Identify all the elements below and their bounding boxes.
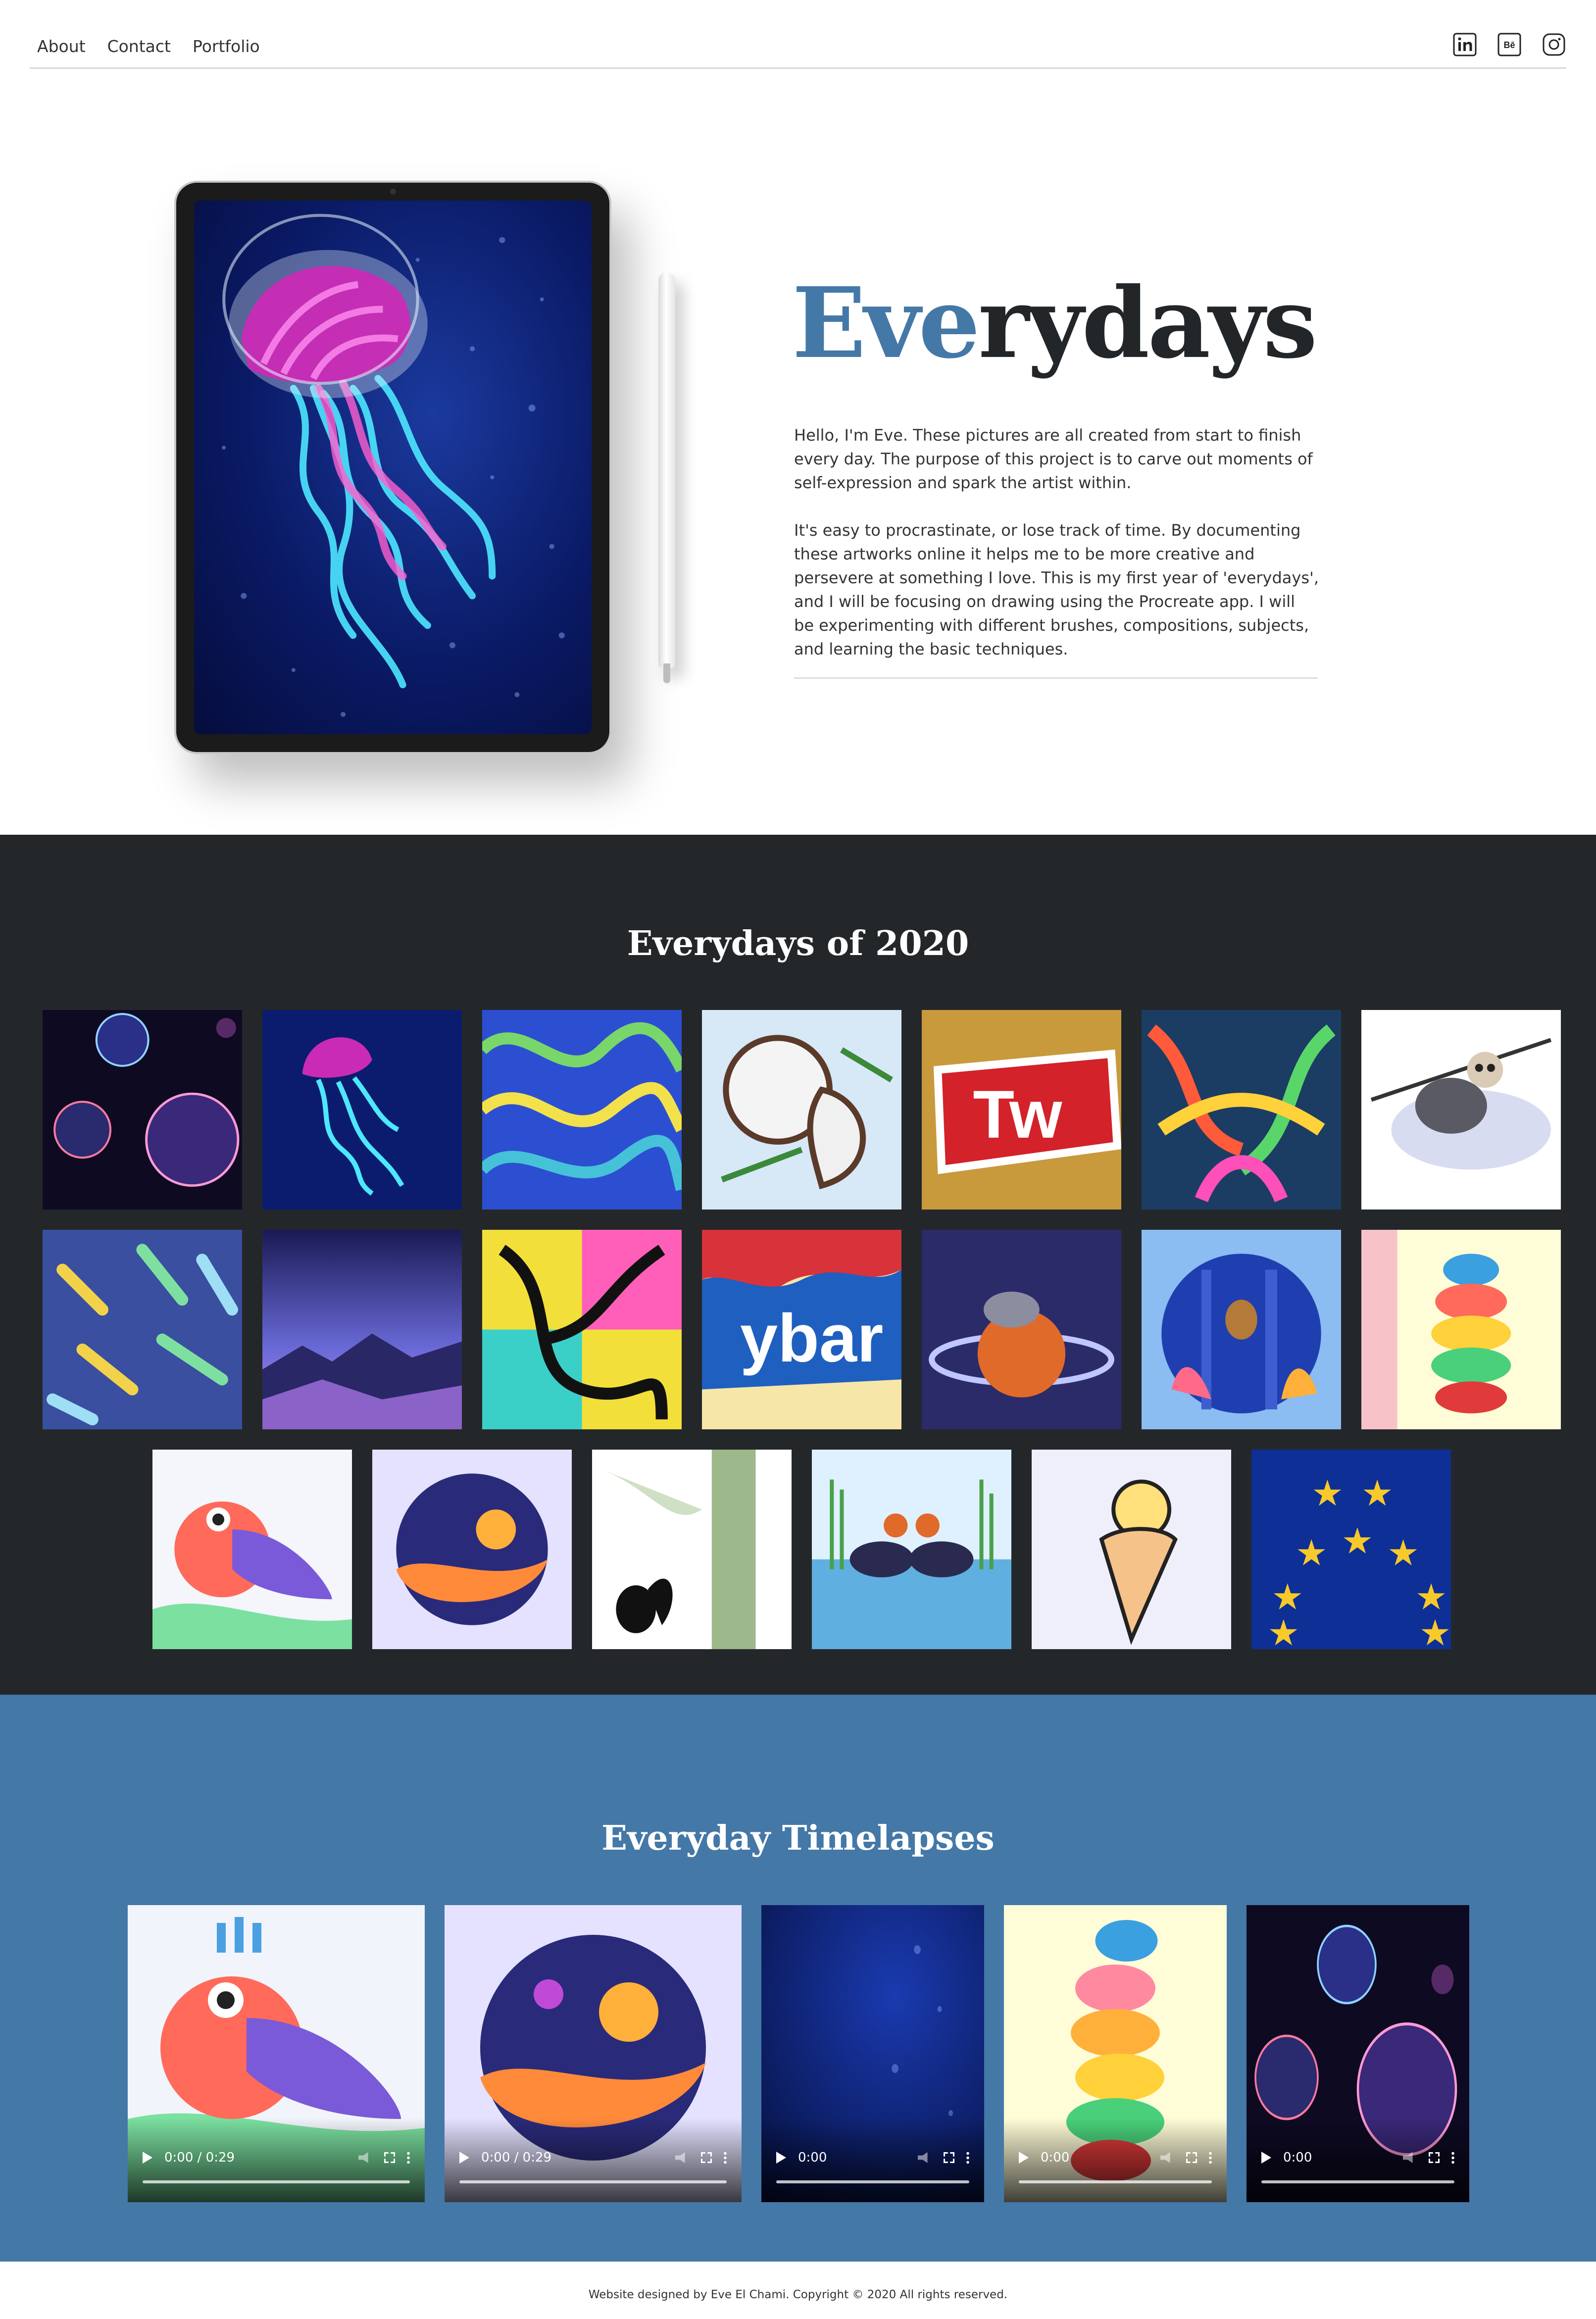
video-time: 0:00 / 0:29	[481, 2150, 552, 2165]
fullscreen-icon[interactable]	[701, 2152, 712, 2163]
volume-icon[interactable]	[918, 2152, 928, 2163]
video-controls: 0:00	[1004, 2118, 1227, 2202]
gallery-tile-parrot[interactable]	[152, 1450, 352, 1649]
timelapses-title: Everyday Timelapses	[601, 1818, 995, 1858]
gallery-tile-sloth[interactable]	[1361, 1010, 1561, 1210]
video-time: 0:00	[1041, 2150, 1070, 2165]
page-title-highlight: Eve	[792, 266, 980, 380]
svg-text:★: ★	[1296, 1533, 1328, 1574]
social-icons: Bē	[1452, 32, 1566, 57]
video-progress-bar[interactable]	[1019, 2180, 1212, 2183]
gallery-tile-ice-cream[interactable]	[1032, 1450, 1231, 1649]
footer: Website designed by Eve El Chami. Copyri…	[0, 2262, 1596, 2319]
timelapses-section: Everyday Timelapses 0:00 / 0:29 0:00 / 0…	[0, 1695, 1596, 2262]
video-time: 0:00 / 0:29	[164, 2150, 235, 2165]
svg-text:★: ★	[1361, 1473, 1394, 1514]
gallery-tile-black-swirls[interactable]	[482, 1230, 682, 1429]
intro-paragraph-1: Hello, I'm Eve. These pictures are all c…	[794, 426, 1313, 492]
play-icon[interactable]	[776, 2152, 786, 2164]
fullscreen-icon[interactable]	[384, 2152, 395, 2163]
gallery-tile-bubbles[interactable]	[43, 1010, 242, 1210]
gallery-tile-squirrel[interactable]	[592, 1450, 792, 1649]
timelapse-video-parrot[interactable]: 0:00 / 0:29	[128, 1905, 425, 2202]
gallery-tile-sloth-planet[interactable]	[922, 1230, 1121, 1429]
nav-about-link[interactable]: About	[37, 37, 86, 56]
instagram-icon[interactable]	[1542, 32, 1566, 57]
intro-text: Hello, I'm Eve. These pictures are all c…	[794, 423, 1320, 685]
svg-text:★: ★	[1271, 1576, 1303, 1618]
volume-icon[interactable]	[1403, 2152, 1413, 2163]
nav-contact-link[interactable]: Contact	[107, 37, 171, 56]
svg-text:Bē: Bē	[1503, 40, 1515, 50]
more-options-icon[interactable]	[1209, 2151, 1212, 2164]
tablet-camera	[390, 189, 396, 195]
timelapse-video-space[interactable]: 0:00 / 0:29	[445, 1905, 742, 2202]
gallery-title: Everydays of 2020	[627, 924, 969, 963]
more-options-icon[interactable]	[966, 2151, 969, 2164]
svg-text:★: ★	[1419, 1613, 1451, 1649]
gallery-tile-grebes[interactable]	[812, 1450, 1011, 1649]
svg-text:★: ★	[1415, 1576, 1447, 1618]
more-options-icon[interactable]	[724, 2151, 727, 2164]
svg-text:★: ★	[1341, 1521, 1373, 1563]
tablet-mockup	[174, 181, 611, 754]
gallery-tile-stacked-birds[interactable]	[1361, 1230, 1561, 1429]
gallery-tile-abstract-leaves[interactable]	[43, 1230, 242, 1429]
timelapse-video-jellyfish[interactable]: 0:00	[761, 1905, 984, 2202]
gallery-tile-eu-stars[interactable]: ★ ★ ★ ★ ★ ★ ★ ★ ★	[1251, 1450, 1451, 1649]
volume-icon[interactable]	[1160, 2152, 1170, 2163]
more-options-icon[interactable]	[1451, 2151, 1454, 2164]
top-nav: About Contact Portfolio Bē	[30, 20, 1566, 69]
footer-copyright: Website designed by Eve El Chami. Copyri…	[588, 2288, 1008, 2301]
gallery-tile-twix[interactable]: Tw	[922, 1010, 1121, 1210]
gallery-tile-swirls[interactable]	[482, 1010, 682, 1210]
video-controls: 0:00	[1247, 2118, 1469, 2202]
gallery-tile-coconut[interactable]	[702, 1010, 901, 1210]
video-controls: 0:00	[761, 2118, 984, 2202]
svg-text:Tw: Tw	[973, 1077, 1062, 1153]
video-progress-bar[interactable]	[1261, 2180, 1454, 2183]
intro-divider	[794, 677, 1318, 679]
play-icon[interactable]	[143, 2152, 152, 2164]
svg-text:★: ★	[1267, 1613, 1299, 1649]
tablet-screen-jellyfish-art	[194, 201, 592, 734]
timelapse-video-stacked-birds[interactable]: 0:00	[1004, 1905, 1227, 2202]
video-progress-bar[interactable]	[459, 2180, 727, 2183]
svg-text:★: ★	[1311, 1473, 1344, 1514]
svg-text:★: ★	[1387, 1533, 1419, 1574]
linkedin-icon[interactable]	[1452, 32, 1477, 57]
svg-text:ybar: ybar	[740, 1301, 883, 1376]
nav-links: About Contact Portfolio	[37, 37, 260, 56]
gallery-tile-night-mountains[interactable]	[262, 1230, 462, 1429]
play-icon[interactable]	[459, 2152, 469, 2164]
fullscreen-icon[interactable]	[944, 2152, 954, 2163]
video-time: 0:00	[1283, 2150, 1312, 2165]
video-controls: 0:00 / 0:29	[445, 2118, 742, 2202]
gallery-tile-jellyfish[interactable]	[262, 1010, 462, 1210]
gallery-tile-owl-forest[interactable]	[1142, 1230, 1341, 1429]
volume-icon[interactable]	[675, 2152, 685, 2163]
video-progress-bar[interactable]	[776, 2180, 969, 2183]
page-title-rest: rydays	[978, 266, 1317, 380]
intro-paragraph-2: It's easy to procrastinate, or lose trac…	[794, 521, 1319, 658]
nav-portfolio-link[interactable]: Portfolio	[193, 37, 260, 56]
more-options-icon[interactable]	[407, 2151, 410, 2164]
video-progress-bar[interactable]	[143, 2180, 410, 2183]
play-icon[interactable]	[1019, 2152, 1029, 2164]
volume-icon[interactable]	[358, 2152, 368, 2163]
gallery-tile-doodle[interactable]	[1142, 1010, 1341, 1210]
gallery-tile-space-circle[interactable]	[372, 1450, 572, 1649]
video-time: 0:00	[798, 2150, 827, 2165]
fullscreen-icon[interactable]	[1429, 2152, 1440, 2163]
timelapse-video-bubbles[interactable]: 0:00	[1247, 1905, 1469, 2202]
apple-pencil	[658, 272, 675, 683]
behance-icon[interactable]: Bē	[1497, 32, 1522, 57]
play-icon[interactable]	[1261, 2152, 1271, 2164]
page-title: Everydays	[792, 275, 1317, 372]
gallery-tile-milkybar[interactable]: ybar	[702, 1230, 901, 1429]
video-controls: 0:00 / 0:29	[128, 2118, 425, 2202]
gallery-section: Everydays of 2020 Tw ybar ★ ★ ★ ★ ★ ★ ★ …	[0, 835, 1596, 1695]
fullscreen-icon[interactable]	[1186, 2152, 1197, 2163]
